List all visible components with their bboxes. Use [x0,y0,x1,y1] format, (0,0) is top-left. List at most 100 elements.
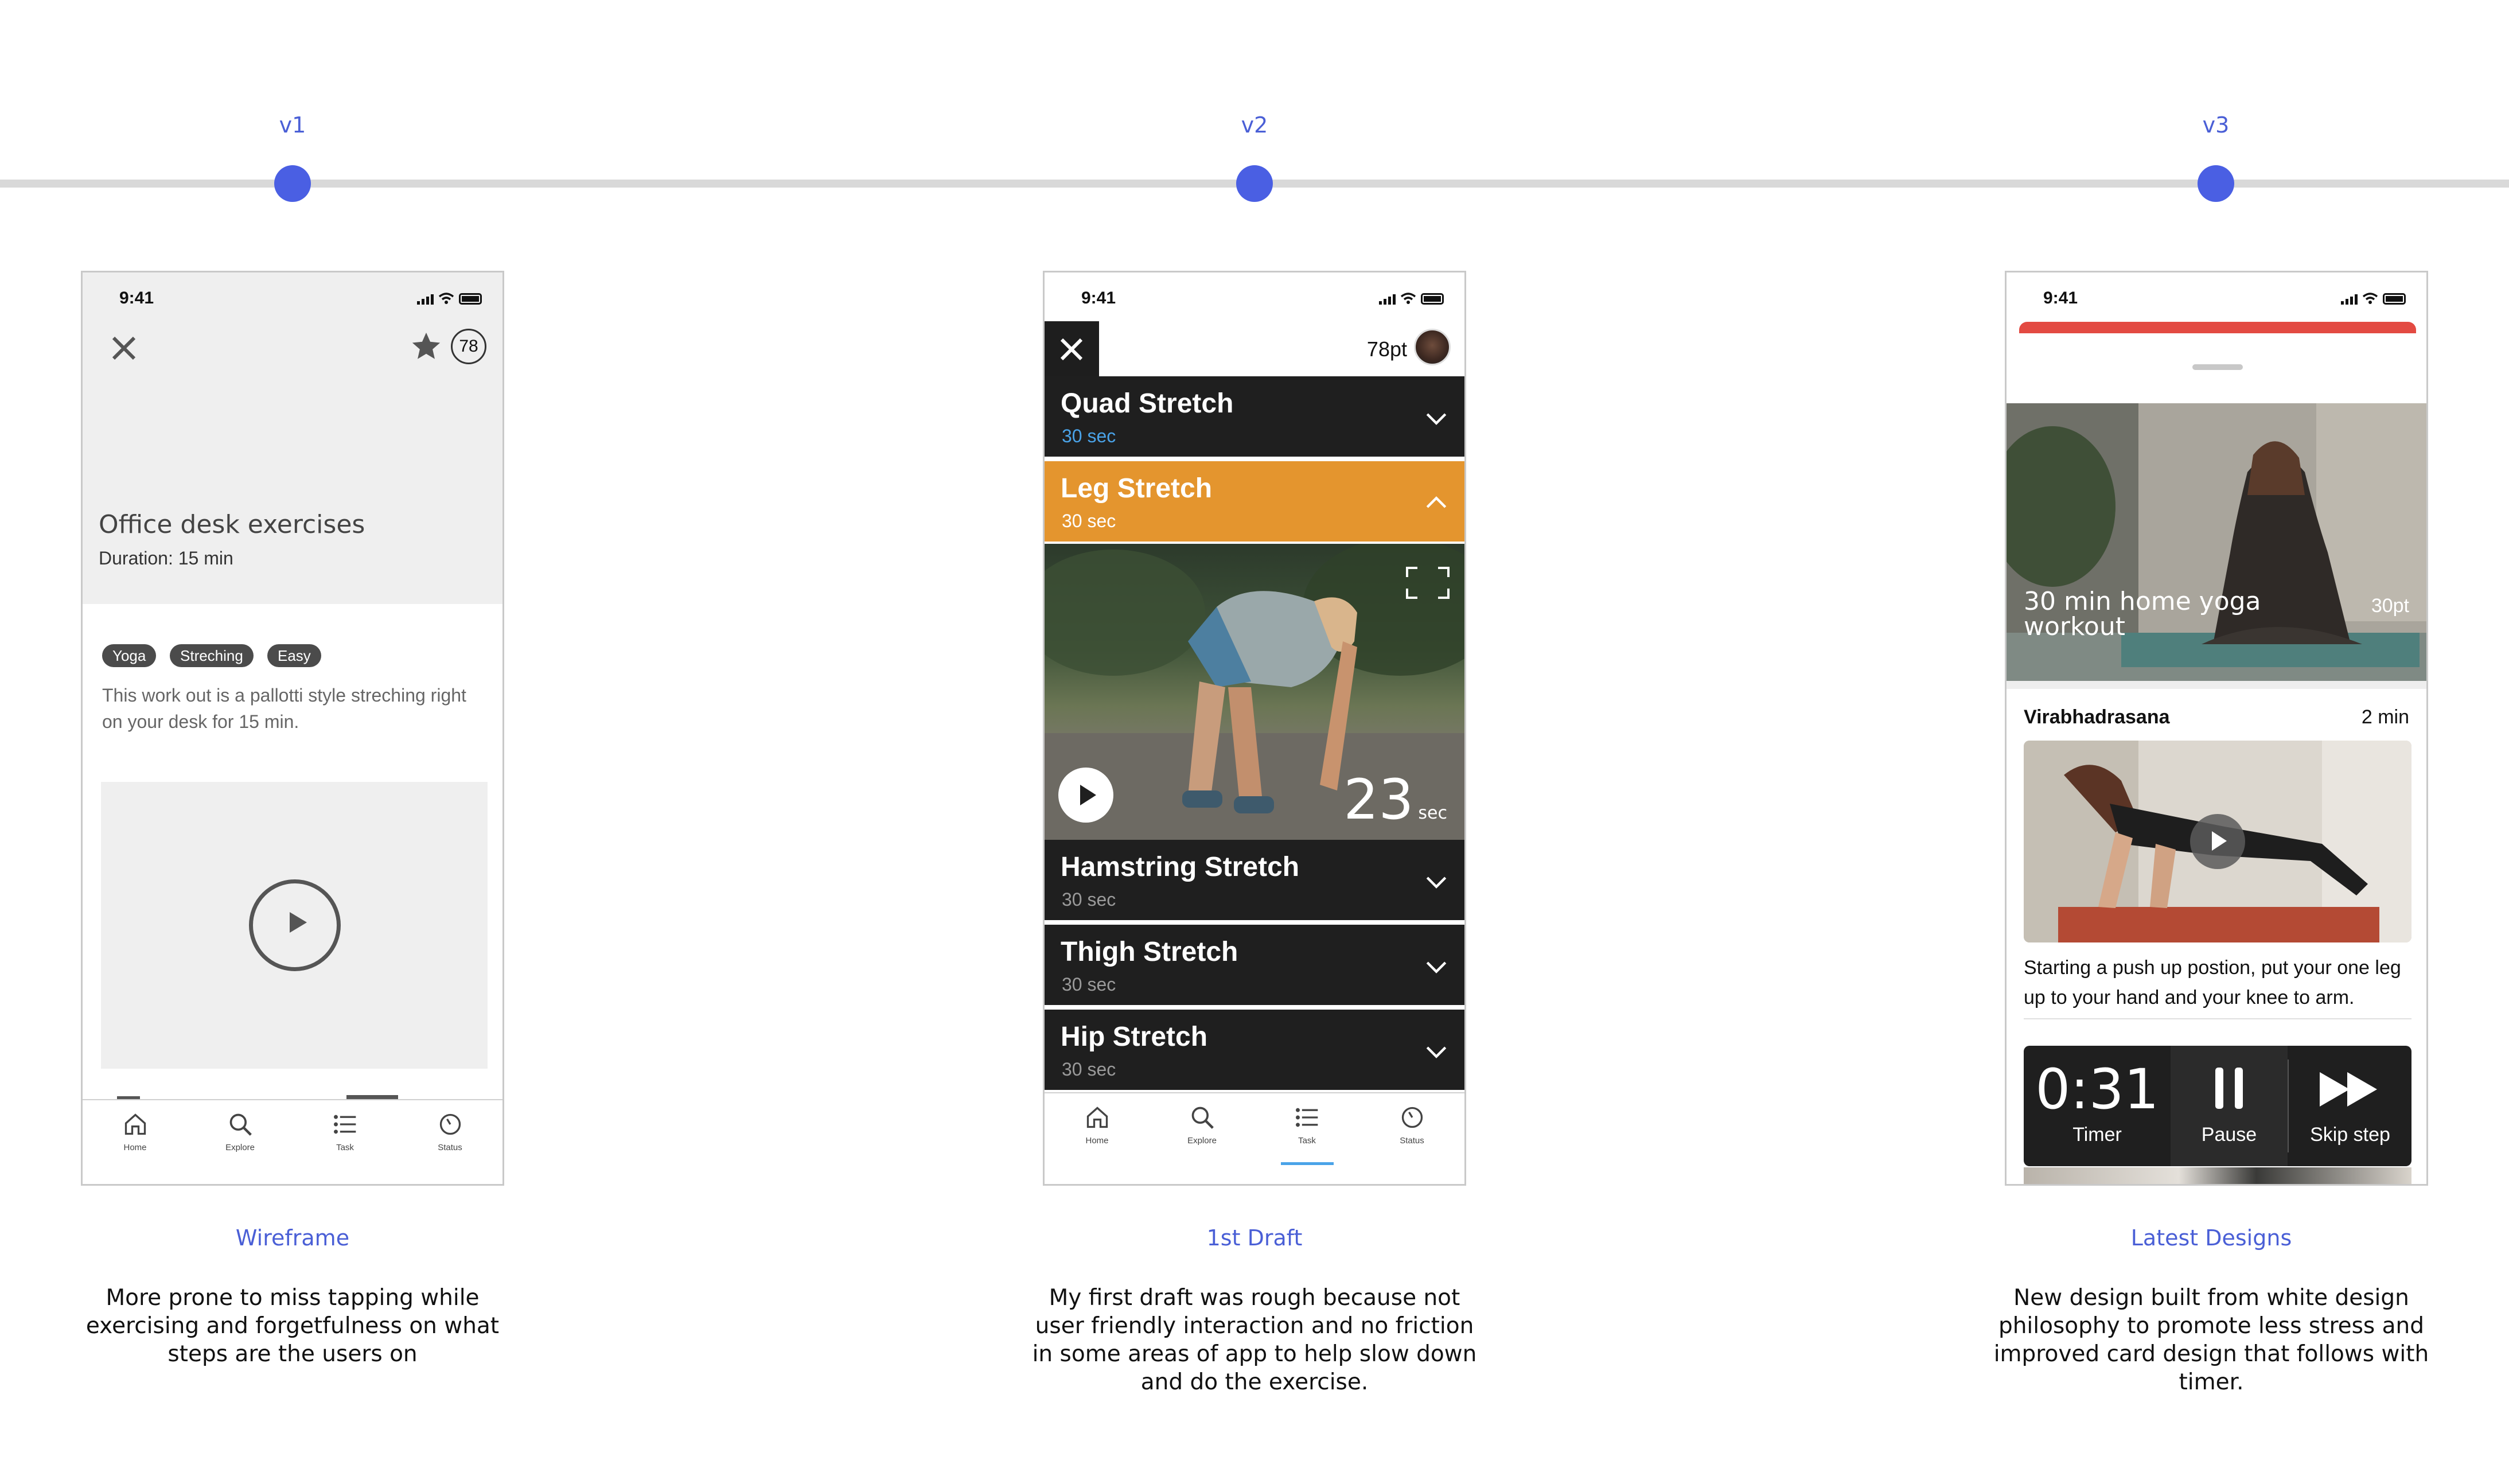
wireframe-phone: 9:41 78 Office desk exercises Duration: … [81,271,504,1186]
status-time: 9:41 [119,289,154,307]
caption-body-wireframe: More prone to miss tapping while exercis… [85,1285,500,1367]
status-bar: 9:41 [83,272,502,323]
tag-streching[interactable]: Streching [170,644,254,667]
close-icon [1060,338,1083,361]
chevron-down-icon[interactable] [1424,1039,1448,1064]
search-icon [229,1113,252,1136]
version-marker-v1[interactable] [274,165,311,202]
timer-controls: 0:31 Timer Pause Skip step [2024,1046,2411,1166]
workout-hero-image[interactable]: 30 min home yoga workout 30pt [2007,403,2426,681]
tab-explore[interactable]: Explore [206,1112,275,1184]
tab-status[interactable]: Status [416,1112,485,1184]
pause-button[interactable]: Pause [2171,1046,2288,1166]
tab-task[interactable]: Task [1273,1105,1342,1184]
exercise-row-thigh[interactable]: Thigh Stretch 30 sec [1045,925,1464,1007]
exercise-name: Virabhadrasana [2024,706,2170,728]
countdown-timer: 23 sec [1343,768,1447,832]
exercise-duration: 30 sec [1062,974,1116,995]
close-button[interactable] [1045,321,1099,376]
version-marker-v3[interactable] [2198,165,2234,202]
status-bar: 9:41 [1045,272,1464,323]
gauge-icon [439,1113,461,1135]
video-placeholder[interactable] [101,782,488,1069]
draft-phone: 9:41 78pt Quad Stretch 30 sec Leg Stretc… [1043,271,1466,1186]
exercise-video[interactable] [2024,741,2411,942]
caption-body-latest: New design built from white design philo… [1993,1285,2429,1395]
exercise-row-quad[interactable]: Quad Stretch 30 sec [1045,376,1464,459]
tab-label: Home [123,1143,147,1152]
home-icon [124,1113,146,1135]
caption-title-latest: Latest Designs [2130,1225,2292,1251]
workout-title: 30 min home yoga workout [2024,587,2261,641]
exercise-name: Hip Stretch [1061,1022,1208,1052]
status-bar: 9:41 [2007,272,2426,323]
chevron-down-icon[interactable] [1424,870,1448,894]
tab-explore[interactable]: Explore [1168,1105,1237,1184]
caption-title-wireframe: Wireframe [235,1225,350,1251]
exercise-video[interactable]: 23 sec [1045,544,1464,840]
drag-handle[interactable] [2192,364,2243,370]
tab-home[interactable]: Home [1063,1105,1132,1184]
gauge-icon [1401,1107,1423,1128]
version-label-v3: v3 [2202,112,2230,138]
workout-description: This work out is a pallotti style strech… [102,685,466,732]
tag-easy[interactable]: Easy [267,644,321,667]
exercise-duration: 30 sec [1062,426,1116,446]
tab-label: Status [438,1143,462,1152]
play-button[interactable] [1058,768,1113,823]
fast-forward-icon [2320,1072,2377,1107]
avatar[interactable] [1414,329,1451,365]
tab-home[interactable]: Home [101,1112,170,1184]
caption-title-draft: 1st Draft [1206,1225,1303,1251]
play-icon[interactable] [249,879,341,971]
fullscreen-icon[interactable] [1406,567,1450,599]
play-button[interactable] [2190,814,2245,869]
chevron-down-icon[interactable] [1424,406,1448,430]
skip-step-label: Skip step [2310,1124,2390,1146]
workout-title: Office desk exercises [99,510,365,539]
tab-label: Task [336,1143,354,1152]
points-label: 30pt [2371,595,2409,617]
list-icon [333,1115,356,1134]
countdown-unit: sec [1418,803,1447,823]
battery-icon [459,293,482,305]
tab-bar: Home Explore Task Status [1045,1092,1464,1184]
star-icon[interactable] [410,330,443,363]
chevron-up-icon[interactable] [1424,491,1448,515]
exercise-row-hip[interactable]: Hip Stretch 30 sec [1045,1010,1464,1092]
home-icon [1086,1107,1108,1128]
tab-status[interactable]: Status [1378,1105,1447,1184]
divider [2024,1018,2411,1019]
timer-display: 0:31 Timer [2024,1046,2171,1166]
signal-icon [1379,294,1396,305]
exercise-name: Quad Stretch [1061,388,1234,419]
exercise-name: Hamstring Stretch [1061,852,1300,882]
wifi-icon [438,293,454,304]
signal-icon [2341,294,2358,305]
skip-step-button[interactable]: Skip step [2289,1046,2411,1166]
workout-duration: Duration: 15 min [99,548,233,568]
latest-phone: 9:41 30 min home yoga workout 30pt Virab… [2005,271,2428,1186]
chevron-down-icon[interactable] [1424,955,1448,979]
battery-icon [1421,293,1444,305]
close-icon[interactable] [110,334,138,362]
tab-label: Task [1298,1136,1316,1146]
timer-label: Timer [2072,1124,2122,1146]
exercise-name: Leg Stretch [1061,473,1213,504]
tab-label: Explore [1187,1136,1217,1146]
section-divider [2007,681,2426,689]
status-time: 9:41 [2043,289,2078,307]
pause-label: Pause [2201,1124,2257,1146]
exercise-instructions: Starting a push up postion, put your one… [2024,957,2401,1008]
version-marker-v2[interactable] [1236,165,1273,202]
tag-yoga[interactable]: Yoga [102,644,157,667]
favorite-count-badge: 78 [451,329,486,364]
version-label-v2: v2 [1241,112,1268,138]
tab-task[interactable]: Task [311,1112,380,1184]
exercise-row-hamstring[interactable]: Hamstring Stretch 30 sec [1045,840,1464,922]
exercise-duration: 30 sec [1062,1059,1116,1080]
caption-body-draft: My first draft was rough because not use… [1032,1285,1477,1395]
exercise-row-leg[interactable]: Leg Stretch 30 sec [1045,461,1464,544]
exercise-duration: 30 sec [1062,511,1116,531]
list-icon [1295,1108,1318,1127]
